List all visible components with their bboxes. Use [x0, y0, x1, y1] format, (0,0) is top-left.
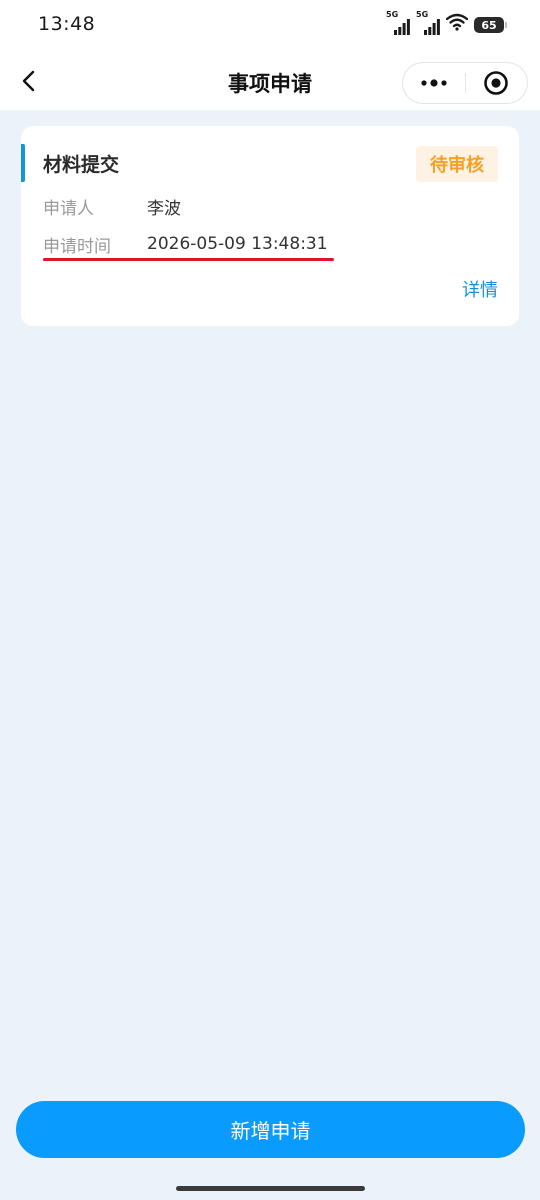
applicant-label: 申请人 [43, 198, 94, 219]
target-circle-icon[interactable] [466, 63, 528, 103]
apply-time-label: 申请时间 [43, 236, 111, 257]
time-underline-mark [43, 258, 334, 261]
battery-icon: 65 [474, 17, 507, 33]
capsule-menu [402, 62, 528, 104]
home-indicator [176, 1186, 365, 1191]
nav-bar: 事项申请 [0, 52, 540, 110]
signal-icon: 5G [386, 10, 410, 35]
apply-time-value: 2026-05-09 13:48:31 [147, 234, 328, 254]
card-title: 材料提交 [43, 154, 120, 176]
signal-icon: 5G [416, 10, 440, 35]
status-time: 13:48 [38, 13, 96, 35]
applicant-value: 李波 [147, 198, 181, 219]
detail-link[interactable]: 详情 [462, 276, 498, 302]
wifi-icon [445, 13, 469, 35]
add-application-button[interactable]: 新增申请 [16, 1101, 525, 1158]
apply-time-row: 申请时间 2026-05-09 13:48:31 [43, 230, 328, 258]
card-accent-bar [21, 144, 25, 182]
more-dots-icon[interactable] [403, 63, 465, 103]
status-icons: 5G 5G 65 [386, 10, 507, 35]
application-card[interactable]: 材料提交 待审核 申请人 李波 申请时间 2026-05-09 13:48:31… [21, 126, 519, 326]
applicant-row: 申请人 李波 [43, 192, 181, 220]
status-bar: 13:48 5G 5G 65 [0, 0, 540, 52]
status-badge: 待审核 [416, 146, 498, 182]
